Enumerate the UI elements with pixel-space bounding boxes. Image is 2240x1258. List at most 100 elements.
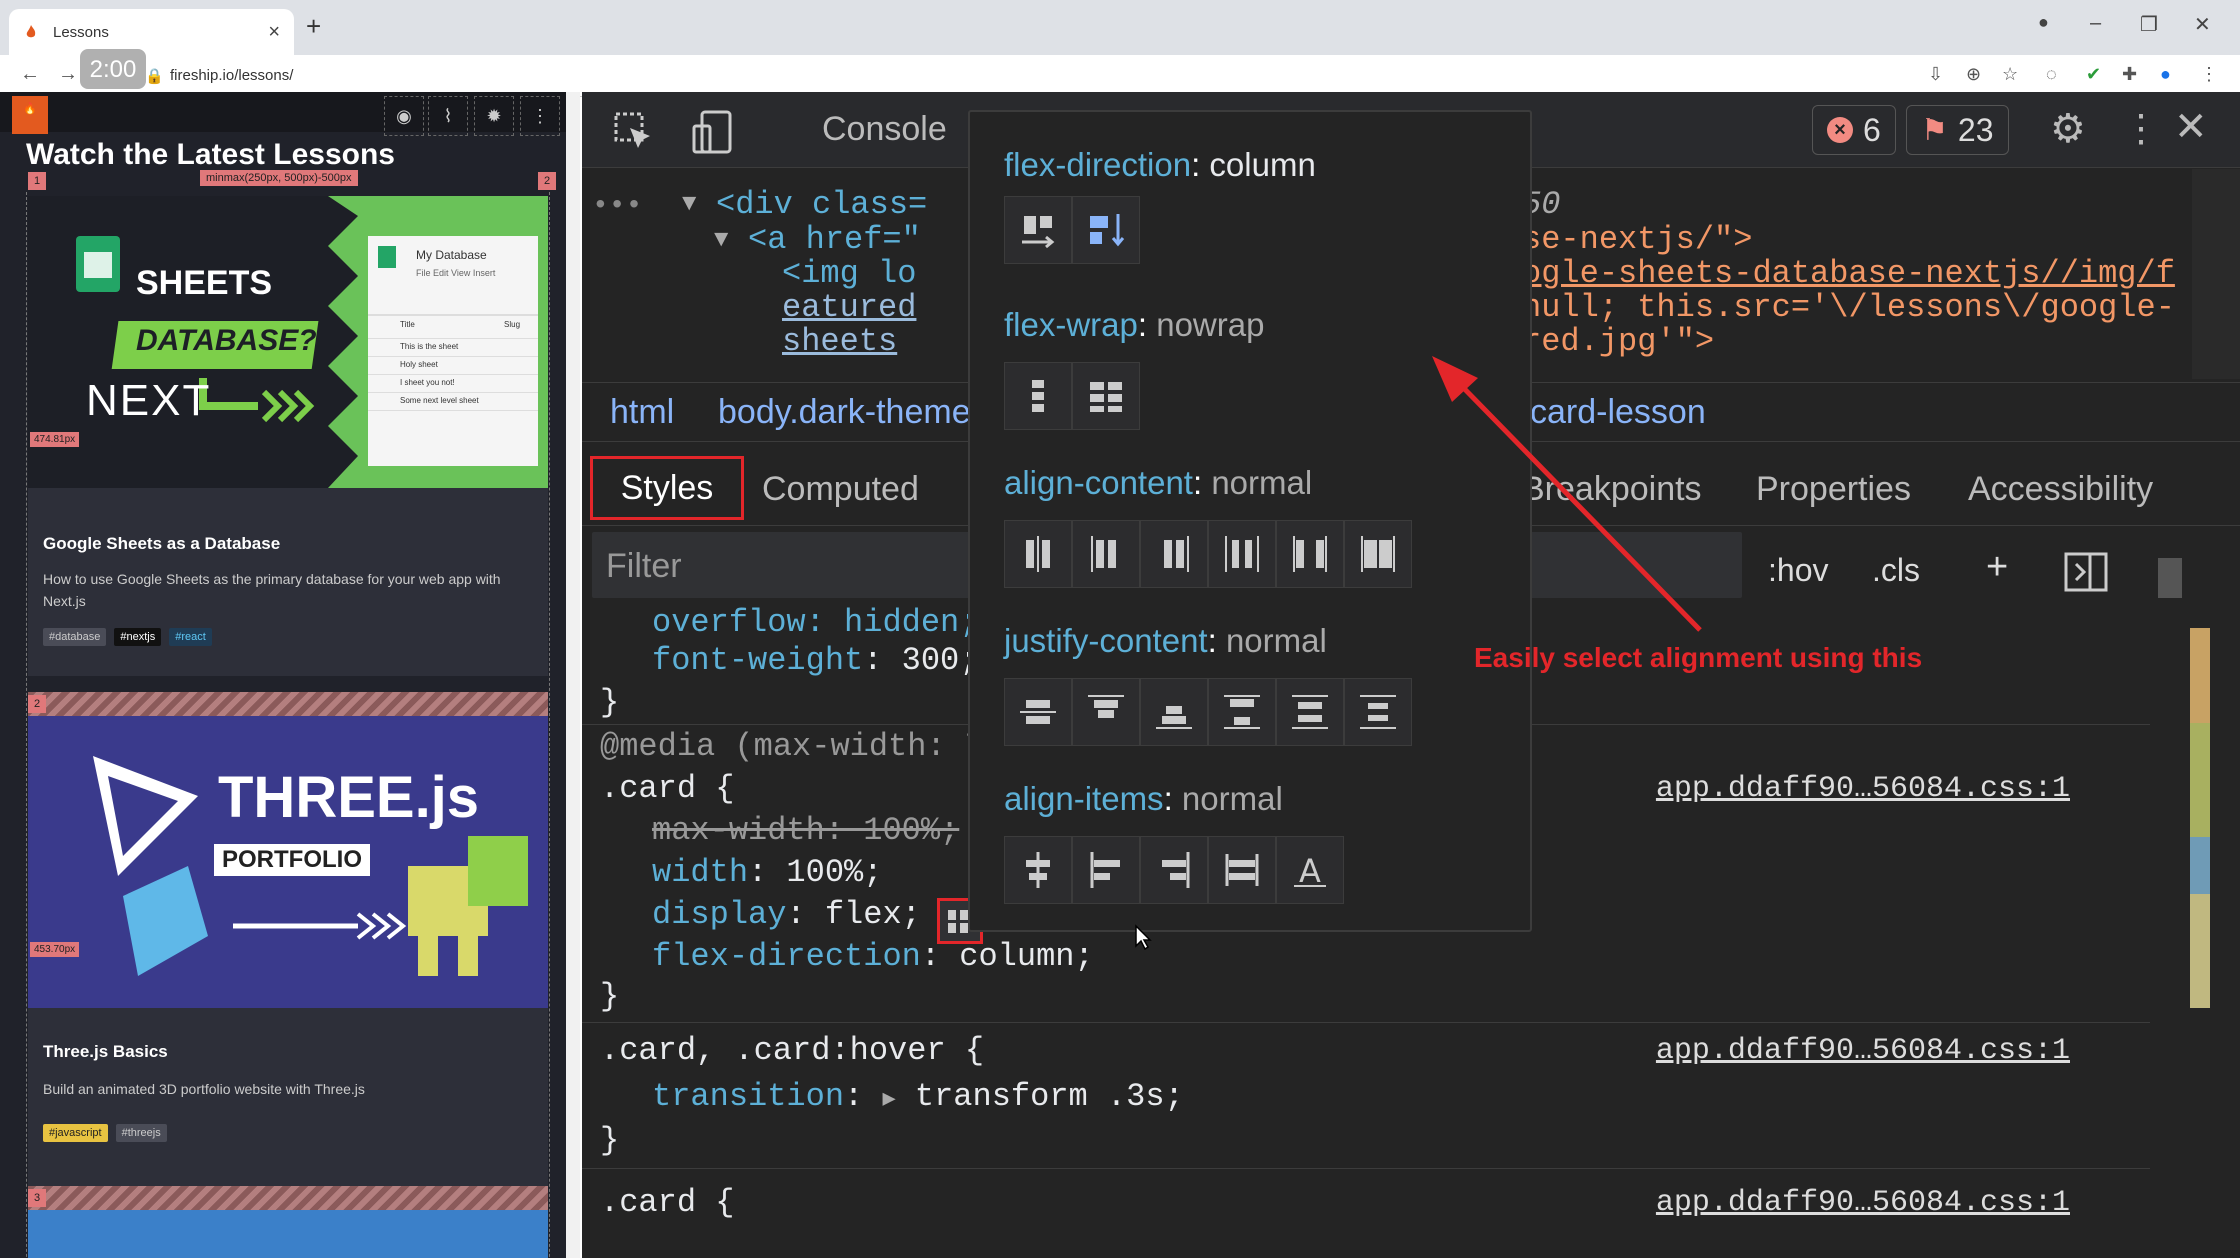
css-property[interactable]: width xyxy=(652,854,748,891)
card-title[interactable]: Three.js Basics xyxy=(43,1042,168,1062)
css-property[interactable]: font-weight xyxy=(652,642,863,679)
styles-scrollbar[interactable] xyxy=(2150,538,2240,1256)
restore-icon[interactable]: ❐ xyxy=(2140,12,2158,37)
align-items-start-icon[interactable] xyxy=(1072,836,1140,904)
flex-wrap-nowrap-icon[interactable] xyxy=(1004,362,1072,430)
settings-gear-icon[interactable]: ⚙ xyxy=(2050,106,2086,152)
browser-tab[interactable]: Lessons × xyxy=(9,9,294,55)
breadcrumb-html[interactable]: html xyxy=(610,393,674,432)
css-property[interactable]: flex-direction xyxy=(652,938,921,975)
justify-content-end-icon[interactable] xyxy=(1140,678,1208,746)
extension-icon[interactable]: ◌ xyxy=(2046,64,2057,85)
network-icon[interactable]: ⌇ xyxy=(428,96,468,136)
css-value[interactable]: 300; xyxy=(902,642,979,679)
devtools-menu-icon[interactable]: ⋮ xyxy=(2122,106,2160,151)
collapse-triangle-icon[interactable]: ▼ xyxy=(682,191,696,218)
errors-badge[interactable]: × 6 xyxy=(1812,105,1896,155)
zoom-icon[interactable]: ⊕ xyxy=(1966,64,1981,85)
flex-wrap-wrap-icon[interactable] xyxy=(1072,362,1140,430)
url-text[interactable]: fireship.io/lessons/ xyxy=(170,67,293,84)
align-items-center-icon[interactable] xyxy=(1004,836,1072,904)
tab-console[interactable]: Console xyxy=(822,110,947,149)
window-close-icon[interactable]: ✕ xyxy=(2194,12,2211,37)
hov-toggle[interactable]: :hov xyxy=(1768,552,1828,589)
lesson-card[interactable]: 1 SHEETS xyxy=(28,196,548,676)
justify-content-space-around-icon[interactable] xyxy=(1276,678,1344,746)
tab-breakpoints[interactable]: Breakpoints xyxy=(1522,470,1702,509)
browser-menu-icon[interactable]: ⋮ xyxy=(2200,64,2218,85)
tab-close-icon[interactable]: × xyxy=(268,21,280,44)
flex-direction-column-icon[interactable] xyxy=(1072,196,1140,264)
new-tab-icon[interactable]: + xyxy=(306,11,321,42)
ellipsis-icon[interactable]: ••• xyxy=(592,191,642,222)
collapse-triangle-icon[interactable]: ▼ xyxy=(714,227,728,254)
minimize-icon[interactable]: – xyxy=(2090,12,2101,35)
card-thumbnail[interactable]: THREE.js PORTFOLIO 453.70px xyxy=(28,716,548,1008)
align-content-space-around-icon[interactable] xyxy=(1208,520,1276,588)
align-items-end-icon[interactable] xyxy=(1140,836,1208,904)
new-rule-icon[interactable]: + xyxy=(1986,546,2008,589)
extensions-puzzle-icon[interactable]: ✚ xyxy=(2122,64,2137,85)
css-property[interactable]: display xyxy=(652,896,786,933)
card-title[interactable]: Google Sheets as a Database xyxy=(43,534,280,554)
elements-scrollbar[interactable] xyxy=(2192,169,2240,379)
inspect-element-icon[interactable] xyxy=(614,112,654,152)
forward-icon[interactable]: → xyxy=(58,63,78,86)
align-items-stretch-icon[interactable] xyxy=(1208,836,1276,904)
align-content-center-icon[interactable] xyxy=(1004,520,1072,588)
breadcrumb-card-lesson[interactable]: card-lesson xyxy=(1530,393,1706,432)
css-overridden-declaration[interactable]: max-width: 100%; xyxy=(652,812,959,849)
page-scrollbar[interactable] xyxy=(566,92,580,1258)
css-selector[interactable]: .card { xyxy=(600,770,734,807)
css-value[interactable]: transform .3s; xyxy=(915,1078,1184,1115)
align-content-end-icon[interactable] xyxy=(1140,520,1208,588)
profile-avatar-icon[interactable]: ● xyxy=(2160,64,2171,85)
align-content-start-icon[interactable] xyxy=(1072,520,1140,588)
theme-sun-icon[interactable]: ✹ xyxy=(474,96,514,136)
breadcrumb-body[interactable]: body.dark-theme xyxy=(718,393,971,432)
device-toolbar-icon[interactable] xyxy=(692,110,736,154)
css-property[interactable]: transition xyxy=(652,1078,844,1115)
css-selector[interactable]: .card { xyxy=(600,1184,734,1221)
css-source-link[interactable]: app.ddaff90…56084.css:1 xyxy=(1656,1186,2070,1220)
align-items-baseline-icon[interactable]: A xyxy=(1276,836,1344,904)
expand-triangle-icon[interactable]: ▶ xyxy=(882,1087,895,1112)
back-icon[interactable]: ← xyxy=(20,63,40,86)
profile-dot-icon[interactable]: ● xyxy=(2038,12,2049,33)
user-avatar-icon[interactable]: ◉ xyxy=(384,96,424,136)
element-node-div[interactable]: <div class= xyxy=(716,186,927,223)
element-node-a[interactable]: <a href=" xyxy=(748,221,921,258)
tag[interactable]: #react xyxy=(169,628,212,646)
devtools-close-icon[interactable]: ✕ xyxy=(2174,104,2208,150)
align-content-space-between-icon[interactable] xyxy=(1276,520,1344,588)
site-menu-icon[interactable]: ⋮ xyxy=(520,96,560,136)
card-thumbnail[interactable]: SHEETS DATABASE? NEXT My Database File E… xyxy=(28,196,548,488)
align-content-stretch-icon[interactable] xyxy=(1344,520,1412,588)
justify-content-space-between-icon[interactable] xyxy=(1208,678,1276,746)
scroll-thumb[interactable] xyxy=(2158,558,2182,598)
justify-content-space-evenly-icon[interactable] xyxy=(1344,678,1412,746)
flex-direction-row-icon[interactable] xyxy=(1004,196,1072,264)
tag[interactable]: #nextjs xyxy=(114,628,162,646)
extension-leaf-icon[interactable]: ✔ xyxy=(2086,64,2101,85)
fireship-logo[interactable]: 🔥 xyxy=(12,96,48,134)
tab-accessibility[interactable]: Accessibility xyxy=(1968,470,2153,509)
element-node-img[interactable]: <img lo xyxy=(782,255,916,292)
tag[interactable]: #threejs xyxy=(115,1124,167,1142)
css-value[interactable]: 100%; xyxy=(786,854,882,891)
cls-toggle[interactable]: .cls xyxy=(1872,552,1920,589)
tag[interactable]: #database xyxy=(43,628,107,646)
lesson-card[interactable] xyxy=(28,1210,548,1258)
justify-content-center-icon[interactable] xyxy=(1004,678,1072,746)
lesson-card[interactable]: THREE.js PORTFOLIO 453.70px Three.js Bas… xyxy=(28,716,548,1190)
install-icon[interactable]: ⇩ xyxy=(1928,64,1943,85)
tab-properties[interactable]: Properties xyxy=(1756,470,1911,509)
css-source-link[interactable]: app.ddaff90…56084.css:1 xyxy=(1656,772,2070,806)
css-selector[interactable]: .card, .card:hover { xyxy=(600,1032,984,1069)
issues-badge[interactable]: ⚑ 23 xyxy=(1906,105,2009,155)
css-source-link[interactable]: app.ddaff90…56084.css:1 xyxy=(1656,1034,2070,1068)
tab-computed[interactable]: Computed xyxy=(762,470,919,509)
tab-styles[interactable]: Styles xyxy=(590,456,744,520)
css-value[interactable]: flex; xyxy=(825,896,921,933)
toggle-sidebar-icon[interactable] xyxy=(2064,552,2108,592)
